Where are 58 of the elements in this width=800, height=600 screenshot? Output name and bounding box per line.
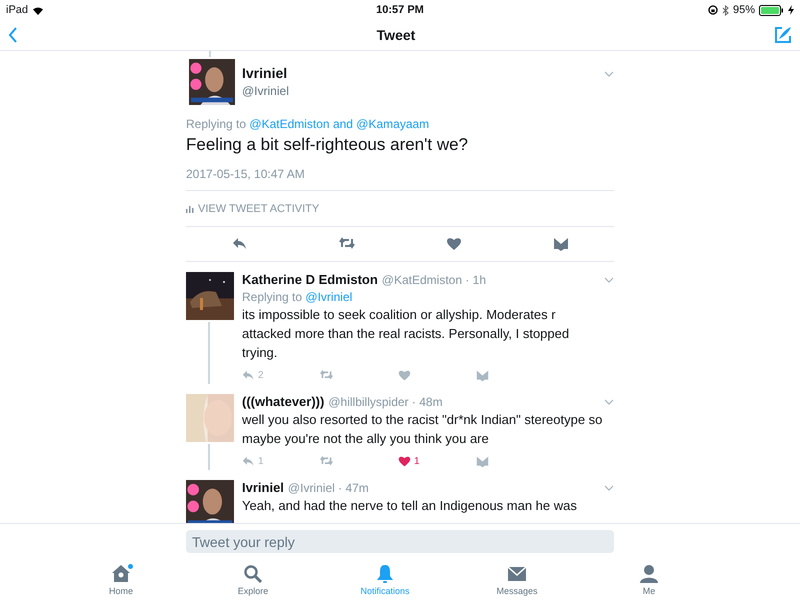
battery-icon bbox=[759, 4, 784, 16]
tweet-text: Feeling a bit self-righteous aren't we? bbox=[186, 135, 470, 155]
user-handle: @hillbillyspider · 48m bbox=[328, 395, 443, 409]
tab-item[interactable]: Messages bbox=[467, 559, 567, 600]
reply-text: well you also resorted to the racist "dr*nk Indian" stereotype so maybe you're not the ally you think you are bbox=[242, 411, 604, 448]
chevron-down-icon[interactable] bbox=[604, 276, 614, 282]
like-count: 1 bbox=[414, 456, 420, 466]
house-icon bbox=[111, 564, 131, 584]
reply-count: 2 bbox=[258, 370, 264, 380]
mention-link[interactable]: @KatEdmiston and @Kamayaam bbox=[249, 117, 430, 131]
retweet-icon[interactable] bbox=[320, 454, 333, 468]
bluetooth-icon bbox=[722, 4, 729, 16]
wifi-icon bbox=[32, 6, 44, 14]
user-handle: @KatEdmiston · 1h bbox=[382, 273, 486, 287]
user-name: Katherine D Edmiston bbox=[242, 272, 378, 287]
back-button[interactable] bbox=[8, 27, 18, 43]
heart-icon[interactable] bbox=[398, 454, 411, 468]
user-handle: @Ivriniel bbox=[242, 84, 289, 98]
screen-title: Tweet bbox=[376, 27, 416, 43]
battery-percent: 95% bbox=[732, 4, 756, 16]
bar-chart-icon bbox=[186, 204, 194, 212]
device-name: iPad bbox=[6, 4, 28, 16]
reply-text: its impossible to seek coalition or allyship. Moderates r attacked more than the real racists. Personally, I stopped trying. bbox=[242, 306, 570, 362]
replying-label: Replying to bbox=[186, 117, 246, 131]
retweet-icon[interactable] bbox=[320, 368, 333, 382]
bell-icon bbox=[375, 564, 395, 584]
chevron-down-icon[interactable] bbox=[604, 71, 614, 77]
mention-link[interactable]: @Ivriniel bbox=[305, 290, 352, 304]
reply-text: Yeah, and had the nerve to tell an Indigenous man he was bbox=[242, 497, 578, 515]
envelope-icon[interactable] bbox=[552, 236, 568, 252]
search-icon bbox=[243, 564, 263, 584]
chevron-down-icon[interactable] bbox=[604, 484, 614, 490]
user-name: (((whatever))) bbox=[242, 394, 324, 409]
tab-item[interactable]: Explore bbox=[203, 559, 303, 600]
person-icon bbox=[639, 564, 659, 584]
heart-icon[interactable] bbox=[398, 368, 411, 382]
lock-rotation-icon bbox=[708, 5, 718, 15]
chevron-down-icon[interactable] bbox=[604, 398, 614, 404]
reply-icon[interactable] bbox=[242, 454, 255, 468]
user-name: Ivriniel bbox=[242, 480, 284, 495]
heart-icon[interactable] bbox=[446, 236, 462, 252]
envelope-icon[interactable] bbox=[476, 368, 489, 382]
tab-item[interactable]: Notifications bbox=[335, 559, 435, 600]
tweet-timestamp: 2017-05-15, 10:47 AM bbox=[186, 167, 614, 191]
reply-icon[interactable] bbox=[242, 368, 255, 382]
tab-item[interactable]: Home bbox=[71, 559, 171, 600]
reply-field[interactable]: Tweet your reply bbox=[186, 530, 614, 553]
tab-item[interactable]: Me bbox=[599, 559, 699, 600]
charging-icon bbox=[788, 5, 794, 15]
back-icon bbox=[8, 27, 18, 43]
compose-icon[interactable] bbox=[774, 26, 792, 44]
tweet-activity-link[interactable]: VIEW TWEET ACTIVITY bbox=[186, 202, 320, 214]
envelope-icon[interactable] bbox=[476, 454, 489, 468]
user-name: Ivriniel bbox=[242, 65, 288, 81]
user-handle: @Ivriniel · 47m bbox=[288, 481, 369, 495]
replying-label: Replying to bbox=[242, 290, 302, 304]
clock: 10:57 PM bbox=[376, 4, 424, 16]
reply-count: 1 bbox=[258, 456, 264, 466]
